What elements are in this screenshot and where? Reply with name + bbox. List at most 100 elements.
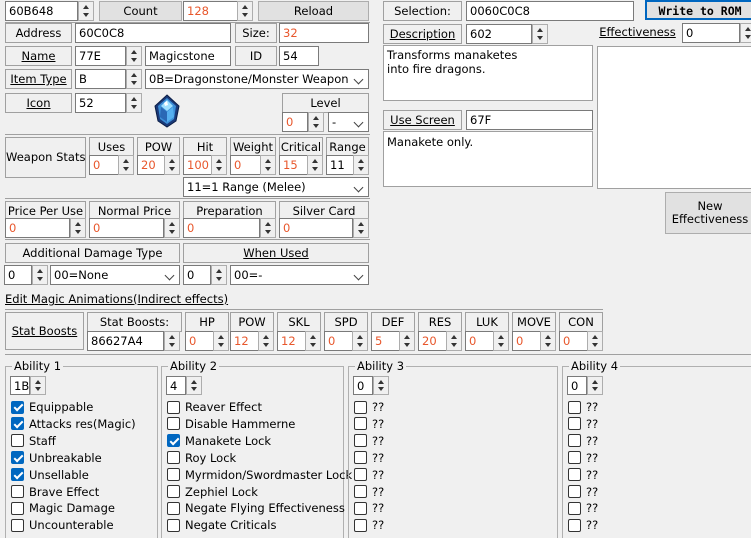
use-screen-input[interactable]: 67F <box>466 110 593 130</box>
ability-checkbox[interactable]: ?? <box>568 517 598 533</box>
checkbox-icon[interactable] <box>354 468 367 482</box>
ability-checkbox[interactable]: ?? <box>354 399 384 415</box>
checkbox-icon[interactable] <box>354 400 367 414</box>
stat-boosts-pointer-spinner[interactable] <box>164 331 180 351</box>
checkbox-icon[interactable] <box>354 501 367 515</box>
boost-pow-input[interactable]: 12 <box>230 331 259 351</box>
checkbox-icon[interactable] <box>167 468 180 482</box>
selection-input[interactable]: 0060C0C8 <box>466 1 634 21</box>
ability-checkbox[interactable]: Brave Effect <box>11 484 99 500</box>
ability-checkbox[interactable]: ?? <box>354 416 384 432</box>
silver-card-spinner[interactable] <box>353 218 369 238</box>
ability-checkbox[interactable]: Uncounterable <box>11 517 114 533</box>
description-spinner[interactable] <box>532 24 548 44</box>
checkbox-icon[interactable] <box>11 434 24 448</box>
weapon-range-spinner[interactable] <box>353 155 369 175</box>
weapon-pow-spinner[interactable] <box>164 155 180 175</box>
boost-hp-input[interactable]: 0 <box>185 331 214 351</box>
price-per-use-spinner[interactable] <box>70 218 86 238</box>
checkbox-icon[interactable] <box>568 485 581 498</box>
boost-con-input[interactable]: 0 <box>559 331 588 351</box>
when-used-input[interactable]: 0 <box>183 265 211 285</box>
weapon-pow-input[interactable]: 20 <box>137 155 165 175</box>
checkbox-icon[interactable] <box>167 518 180 532</box>
normal-price-input[interactable]: 0 <box>89 218 164 238</box>
preparation-input[interactable]: 0 <box>183 218 260 238</box>
preparation-spinner[interactable] <box>260 218 276 238</box>
count-button[interactable]: Count <box>99 1 182 21</box>
checkbox-icon[interactable] <box>11 501 24 515</box>
silver-card-input[interactable]: 0 <box>279 218 353 238</box>
item-type-label[interactable]: Item Type <box>5 69 72 89</box>
boost-spd-input[interactable]: 0 <box>324 331 353 351</box>
description-input[interactable]: 602 <box>466 24 532 44</box>
checkbox-icon[interactable] <box>568 451 581 465</box>
boost-luk-input[interactable]: 0 <box>465 331 494 351</box>
weapon-uses-input[interactable]: 0 <box>89 155 119 175</box>
checkbox-icon[interactable] <box>354 518 367 532</box>
checkbox-icon[interactable] <box>568 417 581 431</box>
boost-pow-spinner[interactable] <box>258 331 274 351</box>
ability-checkbox[interactable]: Manakete Lock <box>167 433 271 449</box>
ability-checkbox[interactable]: Unsellable <box>11 467 89 483</box>
ability-checkbox[interactable]: ?? <box>354 433 384 449</box>
range-dropdown[interactable]: 11=1 Range (Melee) <box>183 177 369 197</box>
effectiveness-list[interactable] <box>597 46 751 189</box>
stat-boosts-label[interactable]: Stat Boosts <box>5 312 84 350</box>
boost-skl-input[interactable]: 12 <box>277 331 306 351</box>
ability-checkbox[interactable]: Unbreakable <box>11 450 102 466</box>
ability-3-input[interactable]: 0 <box>353 376 373 395</box>
checkbox-icon[interactable] <box>11 485 24 498</box>
ability-checkbox[interactable]: ?? <box>354 500 384 516</box>
boost-luk-spinner[interactable] <box>493 331 509 351</box>
ability-3-spinner[interactable] <box>373 376 389 395</box>
weapon-hit-input[interactable]: 100 <box>183 155 212 175</box>
damage-type-spinner[interactable] <box>32 265 48 285</box>
checkbox-icon[interactable] <box>167 485 180 498</box>
checkbox-icon[interactable] <box>11 468 24 482</box>
address-input[interactable]: 60C0C8 <box>75 23 231 43</box>
when-used-dropdown[interactable]: 00=- <box>230 265 369 285</box>
ability-checkbox[interactable]: ?? <box>354 467 384 483</box>
ability-checkbox[interactable]: ?? <box>568 399 598 415</box>
write-to-rom-button[interactable]: Write to ROM <box>645 0 751 20</box>
ability-checkbox[interactable]: ?? <box>354 450 384 466</box>
checkbox-icon[interactable] <box>568 468 581 482</box>
ability-checkbox[interactable]: Myrmidon/Swordmaster Lock <box>167 467 352 483</box>
boost-def-input[interactable]: 5 <box>371 331 400 351</box>
checkbox-icon[interactable] <box>167 400 180 414</box>
boost-def-spinner[interactable] <box>399 331 415 351</box>
damage-type-input[interactable]: 0 <box>4 265 32 285</box>
name-input[interactable]: 77E <box>75 46 126 66</box>
checkbox-icon[interactable] <box>11 518 24 532</box>
use-screen-text[interactable]: Manakete only. <box>383 131 593 187</box>
level-dropdown[interactable]: - <box>328 112 369 132</box>
ability-checkbox[interactable]: Equippable <box>11 399 93 415</box>
boost-spd-spinner[interactable] <box>352 331 368 351</box>
use-screen-label[interactable]: Use Screen <box>383 110 462 130</box>
search-input[interactable]: 60B648 <box>5 1 78 21</box>
ability-checkbox[interactable]: Negate Criticals <box>167 517 276 533</box>
checkbox-icon[interactable] <box>354 417 367 431</box>
checkbox-icon[interactable] <box>11 451 24 465</box>
checkbox-icon[interactable] <box>167 451 180 465</box>
item-type-dropdown[interactable]: 0B=Dragonstone/Monster Weapon <box>145 69 369 89</box>
when-used-spinner[interactable] <box>211 265 227 285</box>
ability-checkbox[interactable]: Disable Hammerne <box>167 416 295 432</box>
checkbox-icon[interactable] <box>568 501 581 515</box>
weapon-weight-input[interactable]: 0 <box>230 155 261 175</box>
name-spinner[interactable] <box>126 46 142 66</box>
ability-checkbox[interactable]: Staff <box>11 433 56 449</box>
checkbox-icon[interactable] <box>167 501 180 515</box>
reload-button[interactable]: Reload <box>258 1 369 21</box>
boost-res-input[interactable]: 20 <box>418 331 447 351</box>
boost-move-spinner[interactable] <box>540 331 556 351</box>
ability-checkbox[interactable]: ?? <box>568 467 598 483</box>
description-text[interactable]: Transforms manaketes into fire dragons. <box>383 45 593 101</box>
ability-checkbox[interactable]: ?? <box>568 416 598 432</box>
ability-checkbox[interactable]: Reaver Effect <box>167 399 262 415</box>
normal-price-spinner[interactable] <box>164 218 180 238</box>
count-spinner[interactable] <box>237 1 253 21</box>
effectiveness-label[interactable]: Effectiveness <box>597 23 678 43</box>
size-input[interactable]: 32 <box>279 23 369 43</box>
